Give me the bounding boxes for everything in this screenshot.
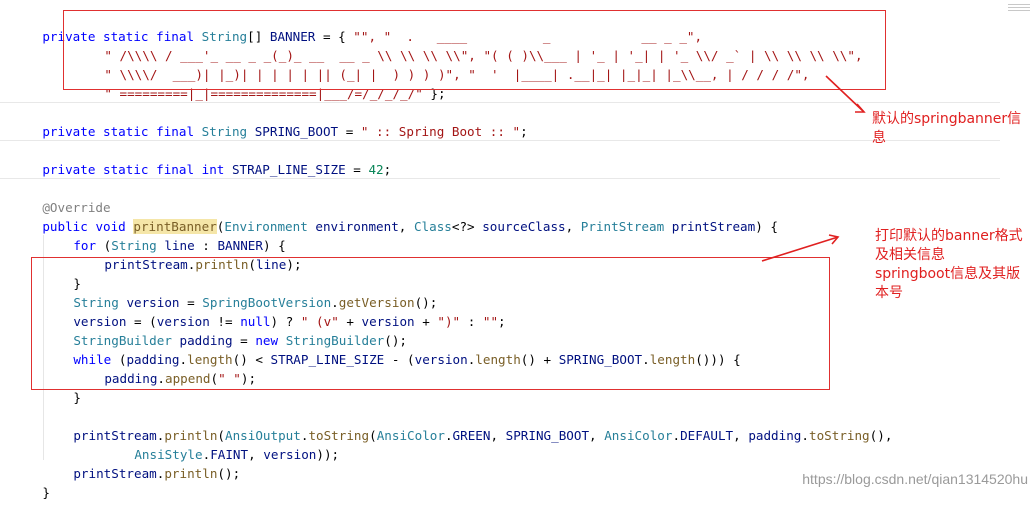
- print-note: 打印默认的banner格式 及相关信息 springboot信息及其版 本号: [875, 228, 1023, 301]
- blog-watermark: https://blog.csdn.net/qian1314520hu: [802, 471, 1028, 487]
- banner-note: 默认的springbanner信 息: [872, 111, 1022, 146]
- code-editor[interactable]: private static final String[] BANNER = {…: [0, 0, 1036, 500]
- arrow-to-print-note: [761, 236, 839, 262]
